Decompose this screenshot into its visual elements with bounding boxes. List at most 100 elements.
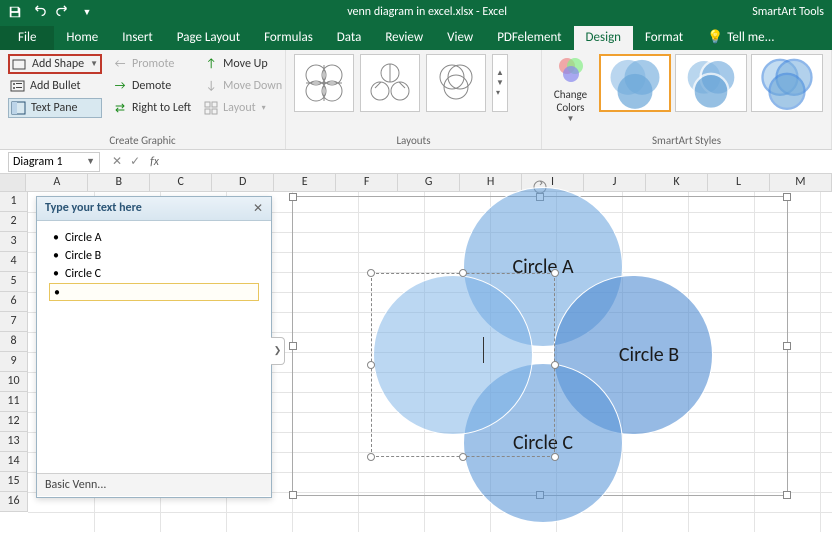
layout-option-2[interactable]: [360, 54, 420, 112]
tab-page-layout[interactable]: Page Layout: [165, 26, 252, 50]
add-bullet-icon: [10, 78, 26, 94]
resize-handle[interactable]: [551, 453, 559, 461]
style-option-3[interactable]: [751, 54, 823, 112]
ribbon-tabs: File Home Insert Page Layout Formulas Da…: [0, 24, 832, 50]
move-up-button[interactable]: ↑ Move Up: [201, 54, 284, 74]
smartart-container[interactable]: Circle A Circle B Circle C: [292, 196, 788, 496]
namebox-dropdown-icon[interactable]: ▼: [86, 156, 95, 167]
row-14[interactable]: 14: [0, 452, 28, 472]
add-bullet-button[interactable]: Add Bullet: [8, 76, 102, 96]
row-1[interactable]: 1: [0, 192, 28, 212]
list-item-new[interactable]: [49, 283, 259, 301]
undo-icon[interactable]: [28, 1, 50, 23]
formula-bar-row: Diagram 1 ▼ ✕ ✓ fx: [0, 150, 832, 174]
tab-format[interactable]: Format: [633, 26, 695, 50]
row-7[interactable]: 7: [0, 312, 28, 332]
resize-handle[interactable]: [551, 269, 559, 277]
resize-handle[interactable]: [367, 269, 375, 277]
row-6[interactable]: 6: [0, 292, 28, 312]
tab-insert[interactable]: Insert: [110, 26, 165, 50]
list-item[interactable]: Circle B: [49, 247, 259, 265]
name-box[interactable]: Diagram 1 ▼: [8, 152, 100, 172]
resize-handle[interactable]: [289, 491, 297, 499]
tab-tell-me[interactable]: 💡 Tell me...: [695, 26, 786, 50]
resize-handle[interactable]: [289, 342, 297, 350]
row-3[interactable]: 3: [0, 232, 28, 252]
row-2[interactable]: 2: [0, 212, 28, 232]
row-12[interactable]: 12: [0, 412, 28, 432]
promote-button: ← Promote: [110, 54, 193, 74]
tell-me-label: Tell me...: [727, 30, 774, 45]
qat-customize-icon[interactable]: ▼: [76, 1, 98, 23]
add-shape-button[interactable]: Add Shape ▼: [8, 54, 102, 74]
change-colors-button[interactable]: Change Colors ▼: [550, 54, 591, 124]
row-9[interactable]: 9: [0, 352, 28, 372]
layout-option-3[interactable]: [426, 54, 486, 112]
resize-handle[interactable]: [783, 193, 791, 201]
style-option-2[interactable]: [675, 54, 747, 112]
tab-home[interactable]: Home: [54, 26, 110, 50]
resize-handle[interactable]: [289, 193, 297, 201]
enter-icon[interactable]: ✓: [130, 154, 140, 169]
add-shape-icon: [12, 56, 28, 72]
redo-icon[interactable]: [52, 1, 74, 23]
demote-button[interactable]: → Demote: [110, 76, 193, 96]
resize-handle[interactable]: [783, 342, 791, 350]
row-11[interactable]: 11: [0, 392, 28, 412]
tab-data[interactable]: Data: [325, 26, 374, 50]
tab-pdfelement[interactable]: PDFelement: [485, 26, 573, 50]
col-A[interactable]: A: [26, 174, 88, 191]
tab-file[interactable]: File: [0, 26, 54, 50]
row-4[interactable]: 4: [0, 252, 28, 272]
list-item[interactable]: Circle A: [49, 229, 259, 247]
list-item[interactable]: Circle C: [49, 265, 259, 283]
rtl-icon: ⇄: [112, 100, 128, 116]
move-down-icon: ↓: [203, 78, 219, 94]
row-15[interactable]: 15: [0, 472, 28, 492]
col-B[interactable]: B: [88, 174, 150, 191]
row-5[interactable]: 5: [0, 272, 28, 292]
resize-handle[interactable]: [459, 453, 467, 461]
textpane-title: Type your text here: [45, 201, 142, 216]
layout-option-1[interactable]: [294, 54, 354, 112]
worksheet: A B C D E F G H I J K L M 1 2 3 4 5 6 7 …: [0, 174, 832, 535]
layouts-more-button[interactable]: ▲▼▾: [492, 54, 508, 112]
style-option-1[interactable]: [599, 54, 671, 112]
lightbulb-icon: 💡: [707, 30, 723, 45]
layout-icon: [203, 100, 219, 116]
row-16[interactable]: 16: [0, 492, 28, 512]
resize-handle[interactable]: [783, 491, 791, 499]
tab-formulas[interactable]: Formulas: [252, 26, 325, 50]
tab-view[interactable]: View: [435, 26, 485, 50]
tab-review[interactable]: Review: [373, 26, 435, 50]
resize-handle[interactable]: [367, 361, 375, 369]
cancel-icon[interactable]: ✕: [112, 154, 122, 169]
dropdown-icon: ▼: [90, 59, 98, 69]
ribbon: Add Shape ▼ Add Bullet Text Pane ← Promo…: [0, 50, 832, 150]
resize-handle[interactable]: [551, 361, 559, 369]
select-all-corner[interactable]: [0, 174, 26, 191]
title-bar: ▼ venn diagram in excel.xlsx - Excel Sma…: [0, 0, 832, 24]
close-icon[interactable]: ✕: [253, 201, 263, 216]
textpane-collapse-tab[interactable]: ❯: [271, 337, 285, 365]
row-13[interactable]: 13: [0, 432, 28, 452]
col-C[interactable]: C: [150, 174, 212, 191]
textpane-footer: Basic Venn...: [37, 473, 271, 496]
text-pane[interactable]: Type your text here ✕ Circle A Circle B …: [36, 196, 272, 498]
save-icon[interactable]: [4, 1, 26, 23]
col-M[interactable]: M: [770, 174, 832, 191]
formula-bar-input[interactable]: [165, 152, 832, 172]
text-pane-button[interactable]: Text Pane: [8, 98, 102, 118]
change-colors-icon: [555, 54, 587, 86]
tab-design[interactable]: Design: [574, 26, 633, 50]
textpane-body[interactable]: Circle A Circle B Circle C: [37, 221, 271, 473]
layout-button: Layout ▾: [201, 98, 284, 118]
resize-handle[interactable]: [367, 453, 375, 461]
row-8[interactable]: 8: [0, 332, 28, 352]
resize-handle[interactable]: [459, 269, 467, 277]
col-D[interactable]: D: [212, 174, 274, 191]
row-10[interactable]: 10: [0, 372, 28, 392]
right-to-left-button[interactable]: ⇄ Right to Left: [110, 98, 193, 118]
col-E[interactable]: E: [274, 174, 336, 191]
group-smartart-styles: SmartArt Styles: [550, 132, 823, 147]
